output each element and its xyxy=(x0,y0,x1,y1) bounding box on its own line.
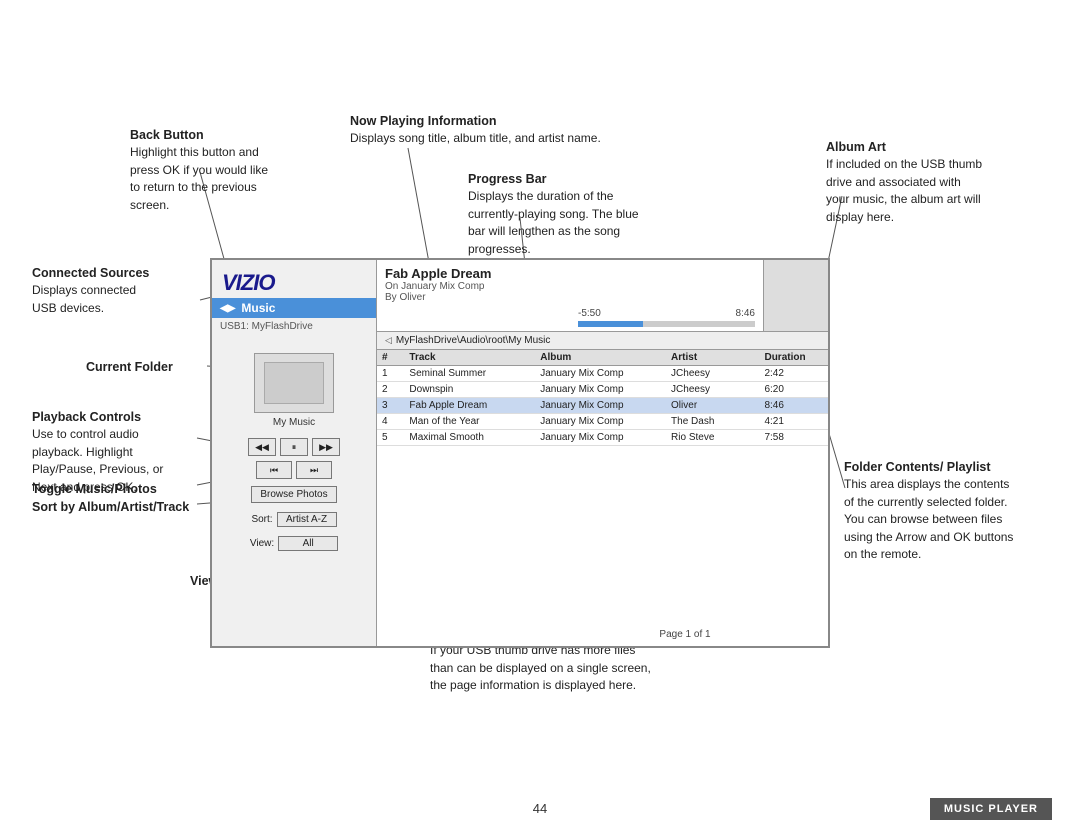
rew-button[interactable]: ⏮ xyxy=(256,461,292,479)
now-playing-info: Fab Apple Dream On January Mix Comp By O… xyxy=(377,260,570,331)
col-album-header: Album xyxy=(535,350,666,366)
playlist-table: # Track Album Artist Duration 1 Seminal … xyxy=(377,350,828,446)
view-row: View: All xyxy=(250,536,338,551)
cell-artist: The Dash xyxy=(666,414,759,430)
time-elapsed: -5:50 xyxy=(578,308,601,319)
current-folder-annotation: Current Folder xyxy=(86,358,173,376)
col-artist-header: Artist xyxy=(666,350,759,366)
folder-name: My Music xyxy=(212,417,376,428)
col-dur-header: Duration xyxy=(759,350,828,366)
playlist-row[interactable]: 4 Man of the Year January Mix Comp The D… xyxy=(377,414,828,430)
cell-duration: 4:21 xyxy=(759,414,828,430)
cell-album: January Mix Comp xyxy=(535,382,666,398)
music-player-label: MUSIC PLAYER xyxy=(930,798,1052,820)
fwd-button[interactable]: ⏭ xyxy=(296,461,332,479)
sort-by-annotation: Sort by Album/Artist/Track xyxy=(32,498,189,516)
cell-album: January Mix Comp xyxy=(535,430,666,446)
usb-label: USB1: MyFlashDrive xyxy=(212,318,376,335)
playlist-row[interactable]: 1 Seminal Summer January Mix Comp JChees… xyxy=(377,366,828,382)
cell-num: 5 xyxy=(377,430,404,446)
progress-bar-fill xyxy=(578,321,643,327)
cell-artist: Oliver xyxy=(666,398,759,414)
playlist-row[interactable]: 5 Maximal Smooth January Mix Comp Rio St… xyxy=(377,430,828,446)
col-num-header: # xyxy=(377,350,404,366)
np-title: Fab Apple Dream xyxy=(385,266,562,281)
album-art-annotation: Album Art If included on the USB thumb d… xyxy=(826,138,986,226)
cell-num: 3 xyxy=(377,398,404,414)
path-text: MyFlashDrive\Audio\root\My Music xyxy=(396,335,550,346)
folder-thumbnail xyxy=(254,353,334,413)
cell-track: Seminal Summer xyxy=(404,366,535,382)
controls-area: ◀◀ ⏸ ▶▶ ⏮ ⏭ Browse Photos Sort: Artist A… xyxy=(212,438,376,551)
cell-num: 4 xyxy=(377,414,404,430)
time-total: 8:46 xyxy=(736,308,755,319)
vizio-logo: VIZIO xyxy=(212,260,376,298)
cell-artist: JCheesy xyxy=(666,366,759,382)
folder-inner xyxy=(264,362,324,404)
progress-times: -5:50 8:46 xyxy=(578,308,755,319)
playlist-header: # Track Album Artist Duration xyxy=(377,350,828,366)
progress-section: -5:50 8:46 xyxy=(570,260,763,331)
playback-row-2: ⏮ ⏭ xyxy=(256,461,332,479)
path-bar: ◁ MyFlashDrive\Audio\root\My Music xyxy=(377,332,828,350)
play-icon: ◀▶ xyxy=(220,303,235,314)
cell-duration: 8:46 xyxy=(759,398,828,414)
prev-button[interactable]: ◀◀ xyxy=(248,438,276,456)
music-bar: ◀▶ Music xyxy=(212,298,376,318)
cell-album: January Mix Comp xyxy=(535,414,666,430)
cell-track: Maximal Smooth xyxy=(404,430,535,446)
playback-row-1: ◀◀ ⏸ ▶▶ xyxy=(248,438,340,456)
cell-track: Man of the Year xyxy=(404,414,535,430)
cell-duration: 6:20 xyxy=(759,382,828,398)
cell-duration: 2:42 xyxy=(759,366,828,382)
music-label: Music xyxy=(241,301,275,315)
sort-row: Sort: Artist A-Z xyxy=(251,512,336,527)
playlist-row[interactable]: 3 Fab Apple Dream January Mix Comp Olive… xyxy=(377,398,828,414)
left-panel: VIZIO ◀▶ Music USB1: MyFlashDrive My Mus… xyxy=(212,260,377,646)
page-number: 44 xyxy=(533,801,547,816)
path-arrow-icon: ◁ xyxy=(385,335,392,346)
playlist-body: 1 Seminal Summer January Mix Comp JChees… xyxy=(377,366,828,446)
view-value[interactable]: All xyxy=(278,536,338,551)
now-playing-strip: Fab Apple Dream On January Mix Comp By O… xyxy=(377,260,828,332)
view-label: View: xyxy=(250,538,274,549)
np-album: On January Mix Comp xyxy=(385,281,562,292)
progress-bar-annotation: Progress Bar Displays the duration of th… xyxy=(468,170,658,258)
pause-button[interactable]: ⏸ xyxy=(280,438,308,456)
next-button[interactable]: ▶▶ xyxy=(312,438,340,456)
cell-track: Downspin xyxy=(404,382,535,398)
cell-album: January Mix Comp xyxy=(535,366,666,382)
np-artist: By Oliver xyxy=(385,292,562,303)
cell-num: 1 xyxy=(377,366,404,382)
playlist-header-row: # Track Album Artist Duration xyxy=(377,350,828,366)
cell-artist: JCheesy xyxy=(666,382,759,398)
folder-contents-annotation: Folder Contents/ Playlist This area disp… xyxy=(844,458,1019,563)
page-info-row: Page 1 of 1 xyxy=(542,629,828,640)
cell-album: January Mix Comp xyxy=(535,398,666,414)
cell-num: 2 xyxy=(377,382,404,398)
playlist-row[interactable]: 2 Downspin January Mix Comp JCheesy 6:20 xyxy=(377,382,828,398)
browse-photos-button[interactable]: Browse Photos xyxy=(251,486,336,503)
progress-bar xyxy=(578,321,755,327)
col-track-header: Track xyxy=(404,350,535,366)
tv-screen: VIZIO ◀▶ Music USB1: MyFlashDrive My Mus… xyxy=(210,258,830,648)
cell-track: Fab Apple Dream xyxy=(404,398,535,414)
now-playing-annotation: Now Playing Information Displays song ti… xyxy=(350,112,601,148)
connected-sources-annotation: Connected Sources Displays connected USB… xyxy=(32,264,162,317)
sort-value[interactable]: Artist A-Z xyxy=(277,512,337,527)
cell-duration: 7:58 xyxy=(759,430,828,446)
right-panel: Fab Apple Dream On January Mix Comp By O… xyxy=(377,260,828,646)
toggle-music-annotation: Toggle Music/Photos xyxy=(32,480,157,498)
back-button-annotation: Back Button Highlight this button and pr… xyxy=(130,126,280,214)
sort-label: Sort: xyxy=(251,514,272,525)
cell-artist: Rio Steve xyxy=(666,430,759,446)
album-art xyxy=(763,260,828,331)
